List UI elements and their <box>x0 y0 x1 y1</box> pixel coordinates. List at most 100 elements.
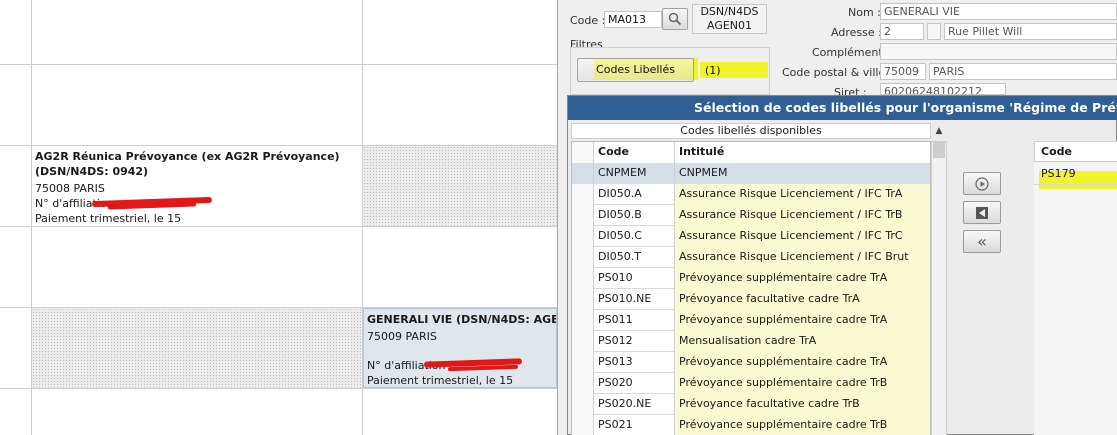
list-item[interactable]: PS020 Prévoyance supplémentaire cadre TrB <box>572 373 930 394</box>
list-item[interactable]: PS020.NE Prévoyance facultative cadre TrB <box>572 394 930 415</box>
list-item[interactable]: DI050.C Assurance Risque Licenciement / I… <box>572 226 930 247</box>
code-cell: CNPMEM <box>594 163 675 184</box>
step-back-icon <box>976 206 988 219</box>
row-selector[interactable] <box>572 226 594 247</box>
list-item[interactable]: PS013 Prévoyance supplémentaire cadre TrA <box>572 352 930 373</box>
empty-cell <box>363 146 557 226</box>
row-selector[interactable] <box>572 415 594 435</box>
double-chevron-left-icon: « <box>977 231 987 251</box>
list-header-row: Code Intitulé <box>572 142 930 163</box>
play-circle-icon <box>975 176 989 191</box>
row-selector[interactable] <box>572 247 594 268</box>
code-cell: DI050.T <box>594 247 675 268</box>
code-cell: PS012 <box>594 331 675 352</box>
row-selector[interactable] <box>572 331 594 352</box>
list-item[interactable]: DI050.A Assurance Risque Licenciement / I… <box>572 184 930 205</box>
list-item[interactable]: DI050.B Assurance Risque Licenciement / I… <box>572 205 930 226</box>
organism-card-ag2r[interactable]: AG2R Réunica Prévoyance (ex AG2R Prévoya… <box>32 146 362 226</box>
card-dsn-code: (DSN/N4DS: 0942) <box>35 165 149 178</box>
list-scrollbar[interactable] <box>931 141 947 435</box>
intitule-cell: Assurance Risque Licenciement / IFC TrC <box>675 226 930 247</box>
card-title: GENERALI VIE (DSN/N4DS: AGEN01 <box>367 313 557 326</box>
remove-all-codes-button[interactable]: « <box>963 230 1001 253</box>
cp-ville-label: Code postal & ville : <box>782 66 893 79</box>
intitule-cell: Assurance Risque Licenciement / IFC TrB <box>675 205 930 226</box>
list-item[interactable]: CNPMEM CNPMEM <box>572 163 930 184</box>
city-field[interactable]: PARIS <box>929 63 1117 80</box>
code-cell: DI050.C <box>594 226 675 247</box>
code-cell: PS020.NE <box>594 394 675 415</box>
intitule-cell: CNPMEM <box>675 163 930 184</box>
row-selector-header <box>572 142 594 163</box>
dsn-value: AGEN01 <box>706 19 753 32</box>
card-city: 75008 PARIS <box>35 182 105 195</box>
intitule-cell: Assurance Risque Licenciement / IFC Brut <box>675 247 930 268</box>
row-selector[interactable] <box>572 394 594 415</box>
code-cell: DI050.B <box>594 205 675 226</box>
grid-line <box>0 226 557 227</box>
column-header-code[interactable]: Code <box>594 142 675 163</box>
list-item[interactable]: PS010.NE Prévoyance facultative cadre TrA <box>572 289 930 310</box>
column-header-intitule[interactable]: Intitulé <box>675 142 930 163</box>
row-selector[interactable] <box>572 205 594 226</box>
organism-card-generali[interactable]: GENERALI VIE (DSN/N4DS: AGEN01 75009 PAR… <box>363 308 557 388</box>
adresse-label: Adresse : <box>831 26 882 39</box>
intitule-cell: Prévoyance supplémentaire cadre TrA <box>675 268 930 289</box>
code-label: Code : <box>570 14 606 27</box>
scrollbar-thumb[interactable] <box>933 142 945 158</box>
card-title: AG2R Réunica Prévoyance (ex AG2R Prévoya… <box>35 150 340 163</box>
code-cell: DI050.A <box>594 184 675 205</box>
available-codes-header: Codes libellés disponibles <box>571 123 931 139</box>
postal-code-field[interactable]: 75009 <box>880 63 926 80</box>
nom-field[interactable]: GENERALI VIE <box>880 3 1117 20</box>
intitule-cell: Assurance Risque Licenciement / IFC TrA <box>675 184 930 205</box>
adresse-street-field[interactable]: Rue Pillet Will <box>944 23 1117 40</box>
selected-code-row[interactable]: PS179 <box>1034 164 1117 185</box>
intitule-cell: Prévoyance facultative cadre TrB <box>675 394 930 415</box>
adresse-suffix-field[interactable] <box>927 23 941 40</box>
code-field[interactable]: MA013 <box>604 11 662 28</box>
card-city: 75009 PARIS <box>367 330 437 343</box>
complement-label: Complément : <box>812 46 890 59</box>
adresse-number-field[interactable]: 2 <box>880 23 924 40</box>
dsn-label: DSN/N4DS <box>700 5 759 18</box>
row-selector[interactable] <box>572 352 594 373</box>
dialog-title: Sélection de codes libellés pour l'organ… <box>568 96 1117 120</box>
search-icon <box>668 12 682 26</box>
nom-label: Nom : <box>848 6 881 19</box>
code-cell: PS010 <box>594 268 675 289</box>
intitule-cell: Prévoyance supplémentaire cadre TrA <box>675 310 930 331</box>
list-item[interactable]: DI050.T Assurance Risque Licenciement / I… <box>572 247 930 268</box>
intitule-cell: Mensualisation cadre TrA <box>675 331 930 352</box>
grid-line <box>0 388 557 389</box>
siret-field[interactable]: 60206248102212 <box>880 83 1006 95</box>
empty-cell <box>32 308 362 388</box>
list-item[interactable]: PS010 Prévoyance supplémentaire cadre TrA <box>572 268 930 289</box>
chevron-up-icon[interactable]: ▲ <box>931 123 947 139</box>
row-selector[interactable] <box>572 268 594 289</box>
list-item[interactable]: PS021 Prévoyance supplémentaire cadre TrB <box>572 415 930 435</box>
grid-line <box>0 64 557 65</box>
row-selector[interactable] <box>572 289 594 310</box>
list-item[interactable]: PS011 Prévoyance supplémentaire cadre TrA <box>572 310 930 331</box>
row-selector[interactable] <box>572 310 594 331</box>
intitule-cell: Prévoyance supplémentaire cadre TrB <box>675 415 930 435</box>
selected-column-header-code[interactable]: Code <box>1034 141 1117 162</box>
search-code-button[interactable] <box>662 8 688 30</box>
remove-code-button[interactable] <box>963 201 1001 224</box>
intitule-cell: Prévoyance supplémentaire cadre TrA <box>675 352 930 373</box>
selected-code: PS179 <box>1041 167 1076 180</box>
codes-libelles-button[interactable]: Codes Libellés <box>577 58 694 82</box>
row-selector[interactable] <box>572 184 594 205</box>
available-codes-list: Code Intitulé CNPMEM CNPMEM DI050.A Assuran… <box>571 141 931 435</box>
code-cell: PS011 <box>594 310 675 331</box>
complement-field[interactable] <box>880 43 1117 60</box>
code-cell: PS021 <box>594 415 675 435</box>
add-code-button[interactable] <box>963 172 1001 195</box>
row-selector[interactable] <box>572 373 594 394</box>
code-cell: PS013 <box>594 352 675 373</box>
intitule-cell: Prévoyance facultative cadre TrA <box>675 289 930 310</box>
list-item[interactable]: PS012 Mensualisation cadre TrA <box>572 331 930 352</box>
row-selector[interactable] <box>572 163 594 184</box>
intitule-cell: Prévoyance supplémentaire cadre TrB <box>675 373 930 394</box>
